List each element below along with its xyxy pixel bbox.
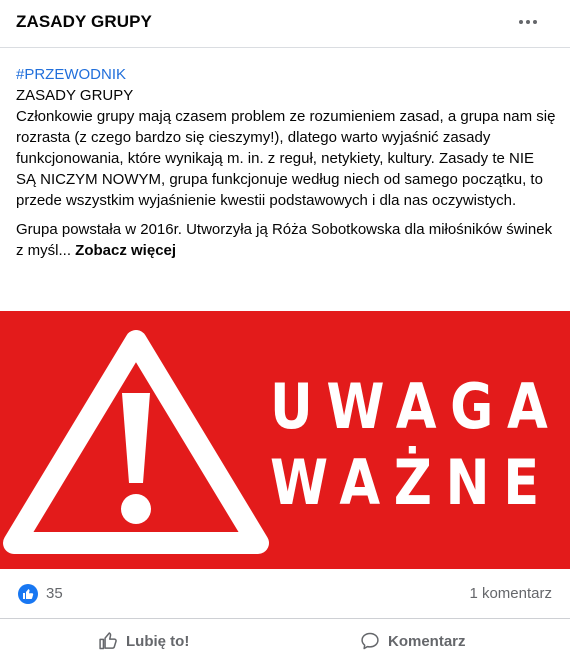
action-bar: Lubię to! Komentarz	[0, 620, 570, 659]
like-count[interactable]: 35	[46, 585, 63, 602]
comment-button[interactable]: Komentarz	[360, 626, 466, 656]
comment-button-label: Komentarz	[388, 632, 466, 650]
post-body: #PRZEWODNIK ZASADY GRUPY Członkowie grup…	[16, 64, 556, 269]
hashtag-link[interactable]: #PRZEWODNIK	[16, 64, 556, 85]
thumbs-up-icon	[99, 632, 117, 650]
more-horizontal-icon	[519, 20, 523, 24]
post-header: ZASADY GRUPY	[0, 0, 570, 48]
like-button[interactable]: Lubię to!	[98, 626, 189, 656]
post-title: ZASADY GRUPY	[16, 12, 152, 31]
see-more-link[interactable]: Zobacz więcej	[75, 242, 176, 259]
post-heading: ZASADY GRUPY	[16, 87, 134, 104]
like-button-label: Lubię to!	[126, 632, 190, 650]
more-options-button[interactable]	[512, 10, 544, 34]
reactions-bar: 35 1 komentarz	[0, 569, 570, 619]
comment-count-link[interactable]: 1 komentarz	[469, 585, 552, 602]
post-paragraph-2: Grupa powstała w 2016r. Utworzyła ją Róż…	[16, 219, 556, 261]
like-reaction-icon[interactable]	[18, 584, 38, 604]
banner-text-line-1: UWAGA	[270, 370, 562, 443]
comment-bubble-icon	[361, 632, 379, 650]
post-paragraph-1: Członkowie grupy mają czasem problem ze …	[16, 108, 556, 209]
banner-text-line-2: WAŻNE	[270, 446, 553, 519]
